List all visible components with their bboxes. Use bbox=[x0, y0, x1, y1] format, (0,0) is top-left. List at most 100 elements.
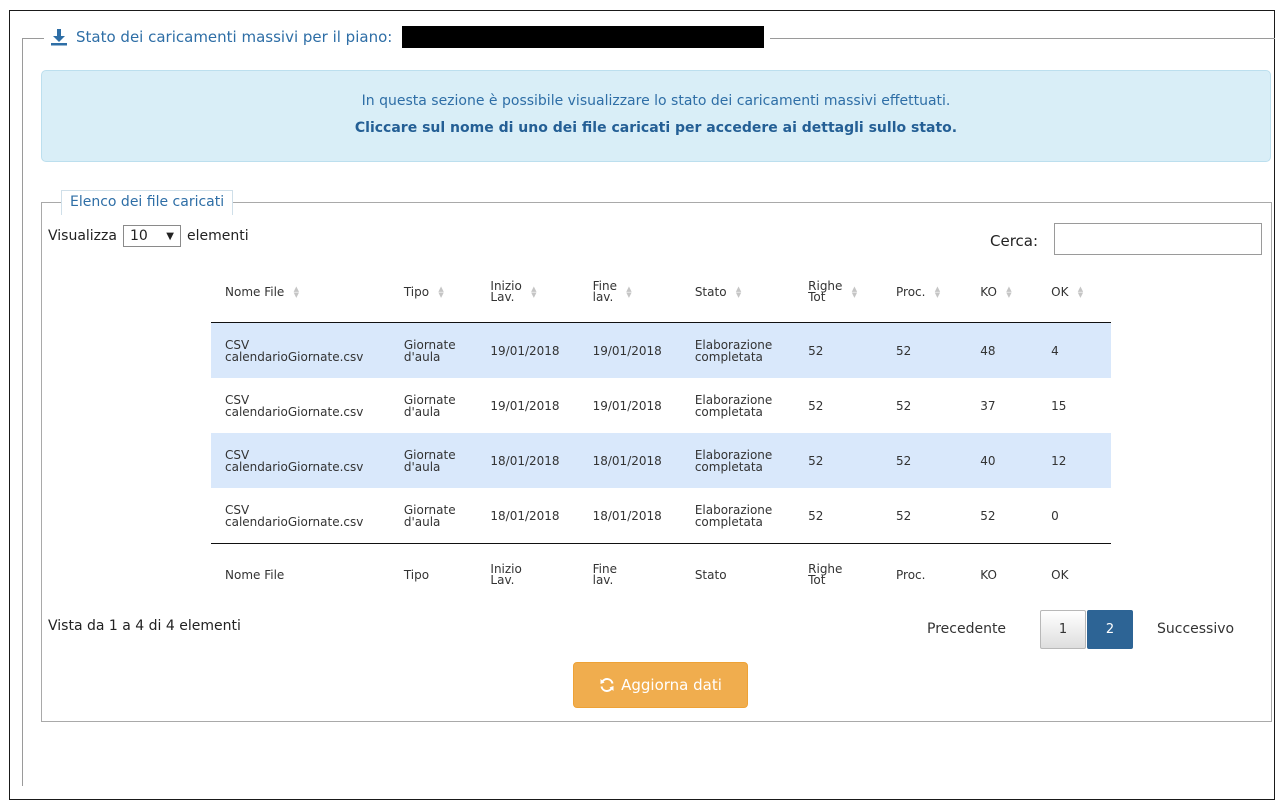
column-header-line: Stato bbox=[694, 284, 727, 299]
column-header[interactable]: KO ▲ ▼ bbox=[966, 262, 1038, 323]
info-instruction: Cliccare sul nome di uno dei file carica… bbox=[354, 120, 958, 136]
pagination-previous[interactable]: Precedente bbox=[927, 621, 1006, 637]
cell-tipo: Giornate d'aula bbox=[389, 322, 477, 378]
download-icon bbox=[51, 29, 67, 46]
cell-line: Elaborazione bbox=[694, 502, 773, 517]
cell-proc: 52 bbox=[896, 398, 912, 413]
column-footer-line: Nome File bbox=[225, 567, 285, 582]
cell-righe: 52 bbox=[808, 398, 824, 413]
cell-line: Elaborazione bbox=[694, 337, 773, 352]
section-header: Stato dei caricamenti massivi per il pia… bbox=[44, 24, 771, 50]
cell-line: CSV bbox=[225, 502, 250, 517]
table-row[interactable]: CSV calendarioGiornate.csv Giornate d'aula 1… bbox=[211, 378, 1111, 433]
refresh-icon bbox=[600, 678, 614, 692]
table-body: CSV calendarioGiornate.csv Giornate d'aula 1… bbox=[211, 322, 1111, 544]
cell-file[interactable]: CSV calendarioGiornate.csv bbox=[211, 488, 390, 544]
column-header[interactable]: Fine lav. ▲ ▼ bbox=[578, 262, 681, 323]
cell-line: CSV bbox=[225, 392, 250, 407]
file-list-legend: Elenco dei file caricati bbox=[61, 190, 234, 215]
column-header-line: Tipo bbox=[403, 284, 430, 299]
column-header-line: lav. bbox=[592, 290, 614, 304]
column-header-line: Proc. bbox=[896, 284, 926, 299]
column-header[interactable]: Righe Tot ▲ ▼ bbox=[794, 262, 883, 323]
column-header[interactable]: Stato ▲ ▼ bbox=[680, 262, 795, 323]
column-header-content: Stato ▲ ▼ bbox=[694, 284, 743, 299]
info-alert: In questa sezione è possibile visualizza… bbox=[41, 70, 1271, 162]
column-header-line: Nome File bbox=[225, 284, 285, 299]
cell-fine: 19/01/2018 bbox=[578, 322, 681, 378]
column-footer: OK bbox=[1037, 543, 1111, 606]
sort-icon: ▲ ▼ bbox=[735, 285, 742, 299]
cell-tipo: Giornate d'aula bbox=[390, 378, 477, 433]
column-header-label: Fine lav. bbox=[592, 280, 617, 304]
pagination-page-1[interactable]: 1 bbox=[1040, 610, 1086, 649]
info-text: In questa sezione è possibile visualizza… bbox=[361, 93, 951, 109]
column-footer-line: Proc. bbox=[896, 567, 926, 582]
column-footer: KO bbox=[966, 543, 1038, 606]
search-label: Cerca: bbox=[990, 232, 1039, 250]
column-header[interactable]: Inizio Lav. ▲ ▼ bbox=[476, 262, 579, 323]
cell-righe: 52 bbox=[794, 322, 883, 378]
column-header-line: Lav. bbox=[490, 290, 515, 304]
pagination-next[interactable]: Successivo bbox=[1157, 621, 1234, 637]
cell-line: d'aula bbox=[403, 404, 441, 419]
table-row[interactable]: CSV calendarioGiornate.csv Giornate d'aula 1… bbox=[211, 322, 1111, 378]
redacted-plan-name bbox=[402, 26, 765, 48]
table-info-count: Vista da 1 a 4 di 4 elementi bbox=[48, 618, 241, 634]
cell-righe: 52 bbox=[794, 433, 883, 488]
column-footer-line: Tipo bbox=[403, 567, 430, 582]
page-size-value: 10 bbox=[129, 228, 148, 244]
show-label: Visualizza bbox=[48, 228, 117, 244]
column-header[interactable]: OK ▲ ▼ bbox=[1037, 262, 1111, 323]
sort-icon: ▲ ▼ bbox=[293, 285, 299, 299]
cell-tipo: Giornate d'aula bbox=[389, 433, 477, 488]
column-header-content: Inizio Lav. ▲ ▼ bbox=[490, 280, 537, 304]
column-header-line: OK bbox=[1051, 284, 1069, 299]
cell-inizio: 18/01/2018 bbox=[490, 508, 560, 523]
cell-file[interactable]: CSV calendarioGiornate.csv bbox=[211, 433, 390, 488]
column-header[interactable]: Proc. ▲ ▼ bbox=[882, 262, 967, 323]
sort-icon: ▲ ▼ bbox=[1077, 285, 1084, 299]
column-header-content: Proc. ▲ ▼ bbox=[896, 284, 941, 299]
cell-stato: Elaborazione completata bbox=[680, 322, 795, 378]
sort-icon: ▲ ▼ bbox=[626, 285, 632, 299]
cell-inizio: 18/01/2018 bbox=[476, 433, 579, 488]
column-header-label: Righe Tot bbox=[808, 280, 842, 303]
cell-proc: 52 bbox=[896, 508, 912, 523]
table-row[interactable]: CSV calendarioGiornate.csv Giornate d'aula 1… bbox=[211, 488, 1111, 544]
column-header[interactable]: Tipo ▲ ▼ bbox=[389, 262, 477, 323]
cell-line: calendarioGiornate.csv bbox=[225, 349, 364, 364]
section-title: Stato dei caricamenti massivi per il pia… bbox=[76, 28, 393, 46]
elements-label: elementi bbox=[186, 228, 249, 244]
cell-ok: 4 bbox=[1037, 322, 1111, 378]
cell-proc: 52 bbox=[882, 322, 967, 378]
table-row[interactable]: CSV calendarioGiornate.csv Giornate d'aula 1… bbox=[211, 433, 1111, 488]
cell-inizio: 19/01/2018 bbox=[476, 322, 579, 378]
cell-file[interactable]: CSV calendarioGiornate.csv bbox=[211, 378, 390, 433]
refresh-label: Aggiorna dati bbox=[621, 676, 722, 694]
page-size-select[interactable]: 10 ▼ bbox=[122, 225, 181, 247]
column-footer-line: Stato bbox=[694, 567, 727, 582]
pagination-page-2[interactable]: 2 bbox=[1087, 610, 1133, 649]
cell-line: calendarioGiornate.csv bbox=[225, 514, 364, 529]
column-header-content: KO ▲ ▼ bbox=[980, 284, 1013, 299]
cell-line: Giornate bbox=[403, 502, 456, 517]
cell-line: completata bbox=[694, 514, 763, 529]
column-header-label: OK bbox=[1051, 284, 1069, 299]
cell-file[interactable]: CSV calendarioGiornate.csv bbox=[211, 322, 390, 378]
sort-icon: ▲ ▼ bbox=[531, 285, 537, 299]
cell-stato: Elaborazione completata bbox=[681, 378, 794, 433]
cell-fine: 18/01/2018 bbox=[578, 433, 681, 488]
cell-proc: 52 bbox=[882, 433, 967, 488]
column-header-line: KO bbox=[980, 284, 997, 299]
column-header-content: Nome File ▲ ▼ bbox=[225, 284, 300, 299]
column-header[interactable]: Nome File ▲ ▼ bbox=[211, 262, 390, 323]
cell-line: Giornate bbox=[403, 447, 456, 462]
cell-ko: 40 bbox=[966, 433, 1038, 488]
column-footer-line: OK bbox=[1051, 567, 1069, 582]
search-input[interactable] bbox=[1054, 223, 1262, 255]
column-footer: Proc. bbox=[882, 543, 967, 606]
refresh-data-button[interactable]: Aggiorna dati bbox=[573, 662, 748, 708]
cell-line: CSV bbox=[225, 337, 250, 352]
cell-line: calendarioGiornate.csv bbox=[225, 404, 364, 419]
